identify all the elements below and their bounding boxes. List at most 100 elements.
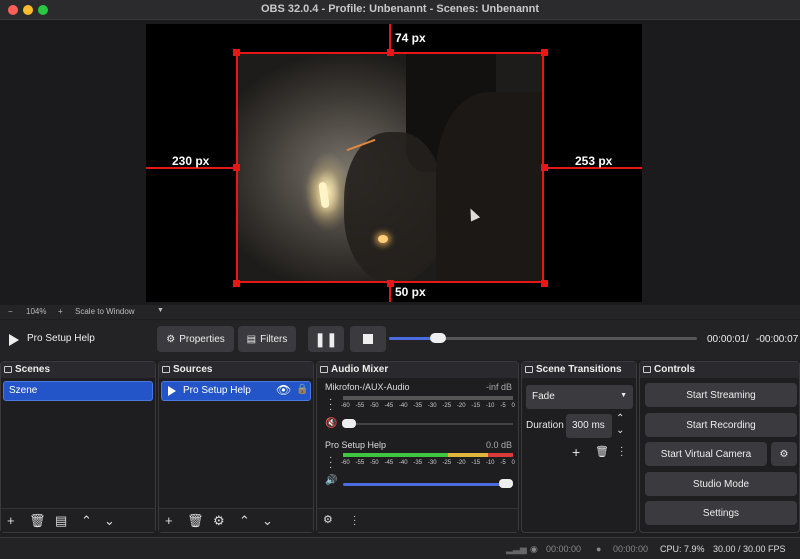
- media-source-icon: [168, 386, 176, 396]
- resize-handle-top-left[interactable]: [233, 49, 240, 56]
- crop-bottom-label: 50 px: [395, 285, 426, 299]
- gear-icon[interactable]: ⚙: [213, 513, 225, 529]
- chevron-up-icon[interactable]: ⌃: [616, 413, 624, 424]
- media-controls-bar: [0, 320, 800, 360]
- settings-button[interactable]: Settings: [645, 501, 797, 525]
- filters-icon: ▤: [246, 333, 257, 345]
- resize-handle-bottom-right[interactable]: [541, 280, 548, 287]
- sources-title: Sources: [173, 364, 213, 375]
- seek-bar-handle[interactable]: [430, 333, 446, 343]
- gear-icon: ⚙: [166, 333, 176, 345]
- filters-label: Filters: [260, 333, 288, 345]
- scene-item-label: Szene: [9, 385, 38, 396]
- volume-slider-handle[interactable]: [342, 419, 356, 428]
- dock-icon: [4, 366, 12, 373]
- scenes-toolbar: + 🗑 ▤ ⌃ ⌄: [1, 508, 155, 532]
- audio-mixer-dock-header: Audio Mixer: [317, 362, 518, 378]
- zoom-out-button[interactable]: −: [8, 307, 13, 316]
- trash-icon[interactable]: 🗑: [29, 513, 46, 529]
- dock-icon: [643, 366, 651, 373]
- signal-icon: ▂▃▅: [506, 544, 527, 554]
- start-virtual-camera-button[interactable]: Start Virtual Camera: [645, 442, 767, 466]
- pause-button[interactable]: ❚❚: [308, 326, 344, 352]
- meter-ticks: -60 -55 -50 -45 -40 -35 -30 -25 -20 -15 -10 -5 0: [341, 460, 515, 466]
- filters-button[interactable]: ▤ Filters: [238, 326, 296, 352]
- volume-slider-handle[interactable]: [499, 479, 513, 488]
- play-icon[interactable]: [9, 334, 19, 346]
- seek-bar-progress: [389, 337, 435, 340]
- crop-line-bottom: [389, 283, 391, 302]
- crop-right-label: 253 px: [575, 154, 613, 168]
- controls-dock-header: Controls: [640, 362, 799, 378]
- chevron-down-icon[interactable]: ⌄: [262, 513, 273, 529]
- resize-handle-bottom-left[interactable]: [233, 280, 240, 287]
- audio-mixer-toolbar: ⚙ · · ·: [317, 508, 518, 532]
- source-bounding-box[interactable]: [236, 52, 544, 283]
- more-options-icon[interactable]: · · ·: [329, 395, 332, 415]
- controls-title: Controls: [654, 364, 696, 375]
- chevron-down-icon[interactable]: ⌄: [104, 513, 115, 529]
- dock-icon: [162, 366, 170, 373]
- volume-meter: [343, 396, 513, 400]
- scenes-title: Scenes: [15, 364, 51, 375]
- sources-toolbar: + 🗑 ⚙ ⌃ ⌄: [159, 508, 313, 532]
- dock-icon: [320, 366, 328, 373]
- mixer-channel-name: Mikrofon-/AUX-Audio: [325, 382, 410, 392]
- add-icon[interactable]: +: [165, 513, 173, 528]
- transition-select[interactable]: Fade ▼: [526, 385, 633, 409]
- volume-slider[interactable]: [343, 423, 513, 425]
- add-icon[interactable]: +: [7, 513, 15, 528]
- mixer-channel-level: 0.0 dB: [485, 440, 512, 450]
- lock-icon[interactable]: 🔒: [296, 384, 308, 395]
- add-icon[interactable]: +: [572, 444, 580, 460]
- trash-icon[interactable]: 🗑: [187, 513, 204, 529]
- scene-transitions-dock: Scene Transitions Fade ▼ Duration 300 ms…: [521, 361, 637, 533]
- time-separator: /: [746, 334, 749, 345]
- more-options-icon[interactable]: · · ·: [353, 512, 356, 530]
- crop-line-top: [389, 24, 391, 52]
- chevron-down-icon[interactable]: ⌄: [616, 425, 624, 436]
- trash-icon[interactable]: 🗑: [595, 445, 609, 458]
- start-streaming-button[interactable]: Start Streaming: [645, 383, 797, 407]
- speaker-icon[interactable]: 🔊: [325, 475, 337, 486]
- eye-icon[interactable]: 👁: [276, 383, 291, 397]
- sources-dock: Sources Pro Setup Help 👁 🔒 + 🗑 ⚙ ⌃ ⌄: [158, 361, 314, 533]
- chevron-down-icon: ▼: [620, 392, 627, 399]
- studio-mode-button[interactable]: Studio Mode: [645, 472, 797, 496]
- stop-button[interactable]: [350, 326, 386, 352]
- scale-mode-select[interactable]: Scale to Window: [75, 307, 135, 316]
- duration-input[interactable]: 300 ms: [566, 414, 612, 438]
- chevron-down-icon[interactable]: ▼: [157, 307, 164, 314]
- scene-transitions-title: Scene Transitions: [536, 364, 622, 375]
- start-recording-button[interactable]: Start Recording: [645, 413, 797, 437]
- audio-mixer-dock: Audio Mixer Mikrofon-/AUX-Audio -inf dB …: [316, 361, 519, 533]
- stop-icon: [363, 334, 373, 344]
- virtual-camera-settings-button[interactable]: ⚙: [771, 442, 797, 466]
- properties-button[interactable]: ⚙ Properties: [157, 326, 234, 352]
- pause-icon: ❚❚: [314, 330, 338, 347]
- properties-label: Properties: [179, 333, 225, 345]
- status-bar: ▂▃▅ ◉ 00:00:00 ● 00:00:00 CPU: 7.9% 30.0…: [0, 537, 800, 559]
- advanced-audio-gear-icon[interactable]: ⚙: [323, 513, 333, 526]
- chevron-up-icon[interactable]: ⌃: [239, 513, 250, 529]
- stream-icon: ◉: [530, 544, 538, 554]
- filters-icon[interactable]: ▤: [55, 513, 67, 529]
- duration-label: Duration: [526, 420, 564, 431]
- muted-speaker-icon[interactable]: 🔇: [325, 418, 337, 429]
- source-item-label: Pro Setup Help: [183, 385, 251, 396]
- preview-zoom-bar: − 104% + Scale to Window ▼: [0, 305, 800, 319]
- volume-slider[interactable]: [343, 483, 513, 486]
- more-options-icon[interactable]: · · ·: [620, 443, 623, 461]
- record-time: 00:00:00: [613, 544, 649, 554]
- scenes-dock-header: Scenes: [1, 362, 155, 378]
- resize-handle-top-right[interactable]: [541, 49, 548, 56]
- zoom-in-button[interactable]: +: [58, 307, 63, 316]
- more-options-icon[interactable]: · · ·: [329, 453, 332, 473]
- volume-meter-green: [343, 453, 448, 457]
- fps-readout: 30.00 / 30.00 FPS: [713, 544, 786, 554]
- crop-top-label: 74 px: [395, 31, 426, 45]
- chevron-up-icon[interactable]: ⌃: [81, 513, 92, 529]
- source-item[interactable]: Pro Setup Help 👁 🔒: [161, 381, 311, 401]
- title-bar: OBS 32.0.4 - Profile: Unbenannt - Scenes…: [0, 0, 800, 20]
- scene-item[interactable]: Szene: [3, 381, 153, 401]
